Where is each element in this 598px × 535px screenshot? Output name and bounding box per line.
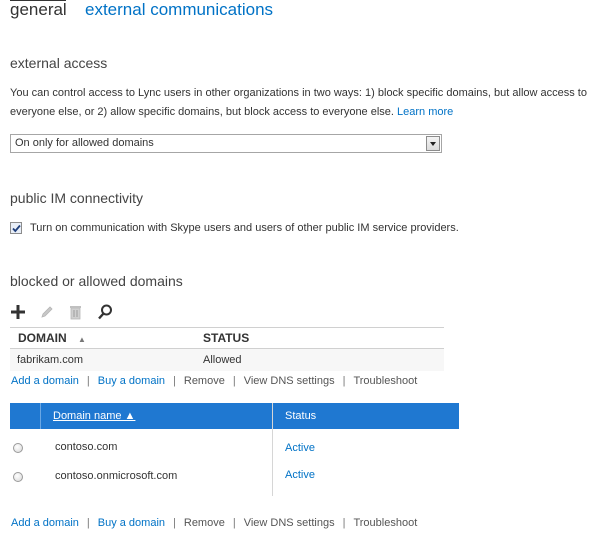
view-dns-settings-link[interactable]: View DNS settings: [244, 375, 335, 387]
chevron-down-icon[interactable]: [426, 136, 440, 151]
select-value: On only for allowed domains: [15, 137, 154, 149]
external-access-heading: external access: [10, 55, 108, 71]
external-access-select[interactable]: On only for allowed domains: [10, 134, 442, 153]
domain-table-header: Domain name ▲ Status: [10, 403, 459, 429]
remove-link[interactable]: Remove: [184, 375, 225, 387]
sort-ascending-icon: ▲: [78, 335, 86, 344]
remove-link[interactable]: Remove: [184, 517, 225, 529]
troubleshoot-link[interactable]: Troubleshoot: [353, 375, 417, 387]
learn-more-link[interactable]: Learn more: [397, 106, 453, 118]
column-header-status[interactable]: Status: [285, 410, 316, 422]
buy-domain-link[interactable]: Buy a domain: [98, 375, 165, 387]
external-access-description: You can control access to Lync users in …: [10, 84, 595, 122]
search-icon[interactable]: [96, 303, 114, 321]
domain-name-cell: contoso.onmicrosoft.com: [55, 470, 178, 482]
column-divider: [272, 403, 273, 496]
troubleshoot-link[interactable]: Troubleshoot: [353, 517, 417, 529]
row-select-radio[interactable]: [13, 472, 23, 482]
add-domain-link[interactable]: Add a domain: [11, 517, 79, 529]
status-link[interactable]: Active: [285, 442, 315, 454]
domain-actions-bottom: Add a domain | Buy a domain | Remove | View DN…: [11, 517, 418, 529]
column-header-status[interactable]: STATUS: [203, 331, 249, 345]
table-top-divider: [10, 327, 444, 328]
add-domain-link[interactable]: Add a domain: [11, 375, 79, 387]
checkmark-icon: [12, 224, 21, 233]
domain-cell: fabrikam.com: [17, 354, 84, 366]
domain-actions-top: Add a domain | Buy a domain | Remove | View DN…: [11, 375, 418, 387]
column-header-domain[interactable]: DOMAIN ▲: [18, 331, 86, 345]
view-dns-settings-link[interactable]: View DNS settings: [244, 517, 335, 529]
delete-icon[interactable]: [66, 303, 84, 321]
add-icon[interactable]: [9, 303, 27, 321]
row-select-radio[interactable]: [13, 443, 23, 453]
public-im-heading: public IM connectivity: [10, 190, 144, 206]
column-header-domain-name[interactable]: Domain name ▲: [53, 410, 135, 422]
edit-icon[interactable]: [38, 303, 56, 321]
description-text: You can control access to Lync users in …: [10, 87, 587, 118]
status-link[interactable]: Active: [285, 469, 315, 481]
domain-name-cell: contoso.com: [55, 441, 118, 453]
buy-domain-link[interactable]: Buy a domain: [98, 517, 165, 529]
domains-heading: blocked or allowed domains: [10, 273, 183, 289]
status-cell: Allowed: [203, 354, 242, 366]
public-im-checkbox[interactable]: [10, 222, 22, 234]
tab-external-communications[interactable]: external communications: [85, 0, 273, 21]
public-im-checkbox-label: Turn on communication with Skype users a…: [30, 222, 459, 234]
tab-general[interactable]: general: [10, 0, 67, 21]
